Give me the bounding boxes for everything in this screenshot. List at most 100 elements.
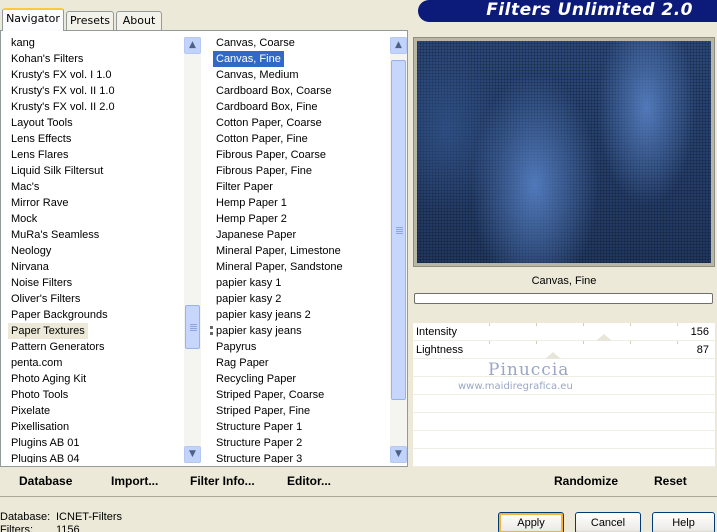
category-item[interactable]: Krusty's FX vol. I 1.0 [8,67,184,83]
filter-item[interactable]: Filter Paper [213,179,393,195]
filter-item[interactable]: Canvas, Coarse [213,35,393,51]
filter-item[interactable]: Cotton Paper, Fine [213,131,393,147]
slider-track[interactable] [489,341,678,359]
category-item[interactable]: Paper Backgrounds [8,307,184,323]
category-item[interactable]: Photo Tools [8,387,184,403]
slider-track[interactable] [489,323,678,341]
slider-row[interactable]: Lightness 87 [413,341,715,359]
category-item-label: Photo Aging Kit [11,373,87,385]
filter-item[interactable]: Structure Paper 2 [213,435,393,451]
tab-navigator[interactable]: Navigator [2,8,64,31]
category-scroll-thumb[interactable] [185,305,200,349]
scroll-down-arrow-icon[interactable]: ▼ [390,446,407,463]
category-item[interactable]: kang [8,35,184,51]
category-item[interactable]: Lens Effects [8,131,184,147]
filter-item[interactable]: Rag Paper [213,355,393,371]
slider-thumb[interactable] [596,334,612,341]
filter-item[interactable]: Structure Paper 3 [213,451,393,463]
category-item[interactable]: Oliver's Filters [8,291,184,307]
filter-item[interactable]: papier kasy jeans 2 [213,307,393,323]
filter-item[interactable]: Hemp Paper 1 [213,195,393,211]
category-scrollbar[interactable]: ▲ ▼ [184,37,201,463]
filter-item[interactable]: Striped Paper, Fine [213,403,393,419]
category-item[interactable]: Mac's [8,179,184,195]
category-item[interactable]: MuRa's Seamless [8,227,184,243]
filter-item-label: Japanese Paper [216,229,297,241]
filter-item[interactable]: papier kasy jeans [213,323,393,339]
filter-item[interactable]: Hemp Paper 2 [213,211,393,227]
filter-scroll-thumb[interactable] [391,60,406,400]
category-item[interactable]: Layout Tools [8,115,184,131]
category-item-label: Noise Filters [11,277,73,289]
category-item[interactable]: Pixelate [8,403,184,419]
filter-item[interactable]: Japanese Paper [213,227,393,243]
filter-item[interactable]: Cardboard Box, Coarse [213,83,393,99]
preview-image[interactable] [417,41,711,263]
grip-icon [396,227,403,228]
category-item[interactable]: Krusty's FX vol. II 2.0 [8,99,184,115]
tab-presets[interactable]: Presets [66,11,114,30]
filter-item[interactable]: Mineral Paper, Limestone [213,243,393,259]
category-item[interactable]: Mock [8,211,184,227]
scroll-up-arrow-icon[interactable]: ▲ [390,37,407,54]
slider-row [413,413,715,431]
filter-item[interactable]: Fibrous Paper, Fine [213,163,393,179]
filter-item[interactable]: Canvas, Fine [213,51,393,67]
apply-button[interactable]: Apply [498,512,564,532]
filter-list[interactable]: Canvas, Coarse Canvas, Fine Canvas, Medium… [213,35,393,463]
category-item-label: Plugins AB 01 [11,437,80,449]
slider-row[interactable]: Intensity 156 [413,323,715,341]
category-item[interactable]: Photo Aging Kit [8,371,184,387]
bottom-toolbar: Database Import... Filter Info... Editor… [0,467,717,497]
category-item[interactable]: Kohan's Filters [8,51,184,67]
filter-item-label: Cardboard Box, Coarse [216,85,332,97]
filter-info-button[interactable]: Filter Info... [190,474,255,488]
cancel-button[interactable]: Cancel [575,512,641,532]
category-item[interactable]: Nirvana [8,259,184,275]
editor-button[interactable]: Editor... [287,474,331,488]
category-item[interactable]: Liquid Silk Filtersut [8,163,184,179]
filter-item[interactable]: Papyrus [213,339,393,355]
filter-item[interactable]: papier kasy 2 [213,291,393,307]
category-item-label: Lens Flares [11,149,69,161]
filter-item[interactable]: Canvas, Medium [213,67,393,83]
scroll-up-arrow-icon[interactable]: ▲ [184,37,201,54]
filter-item[interactable]: Structure Paper 1 [213,419,393,435]
category-item[interactable]: Neology [8,243,184,259]
filter-item[interactable]: Fibrous Paper, Coarse [213,147,393,163]
category-item[interactable]: Krusty's FX vol. II 1.0 [8,83,184,99]
category-item[interactable]: Pattern Generators [8,339,184,355]
category-list[interactable]: kang Kohan's Filters Krusty's FX vol. I 1.… [8,35,184,463]
category-item[interactable]: Noise Filters [8,275,184,291]
category-item[interactable]: Plugins AB 01 [8,435,184,451]
category-item-label: Pattern Generators [11,341,105,353]
filter-item-label: Striped Paper, Coarse [216,389,325,401]
filter-item[interactable]: Cardboard Box, Fine [213,99,393,115]
filter-scrollbar[interactable]: ▲ ▼ [390,37,407,463]
filter-item[interactable]: Recycling Paper [213,371,393,387]
category-item[interactable]: Plugins AB 04 [8,451,184,463]
toolbar-divider [0,496,717,497]
slider-thumb[interactable] [545,352,561,359]
filter-item-label: Canvas, Fine [213,51,284,67]
filter-item-label: Mineral Paper, Sandstone [216,261,343,273]
scroll-down-arrow-icon[interactable]: ▼ [184,446,201,463]
category-item-label: Pixelate [11,405,51,417]
slider-tick [489,323,490,326]
filter-item[interactable]: papier kasy 1 [213,275,393,291]
category-item[interactable]: Mirror Rave [8,195,184,211]
reset-button[interactable]: Reset [654,474,687,488]
filter-item[interactable]: Mineral Paper, Sandstone [213,259,393,275]
filter-item[interactable]: Cotton Paper, Coarse [213,115,393,131]
tab-about[interactable]: About [116,11,162,30]
category-item[interactable]: Paper Textures [8,323,184,339]
category-item[interactable]: Pixellisation [8,419,184,435]
import-button[interactable]: Import... [111,474,158,488]
current-filter-name: Canvas, Fine [531,275,597,287]
filter-item[interactable]: Striped Paper, Coarse [213,387,393,403]
database-button[interactable]: Database [19,474,72,488]
randomize-button[interactable]: Randomize [554,474,618,488]
help-button[interactable]: Help [652,512,715,532]
category-item[interactable]: penta.com [8,355,184,371]
category-item[interactable]: Lens Flares [8,147,184,163]
